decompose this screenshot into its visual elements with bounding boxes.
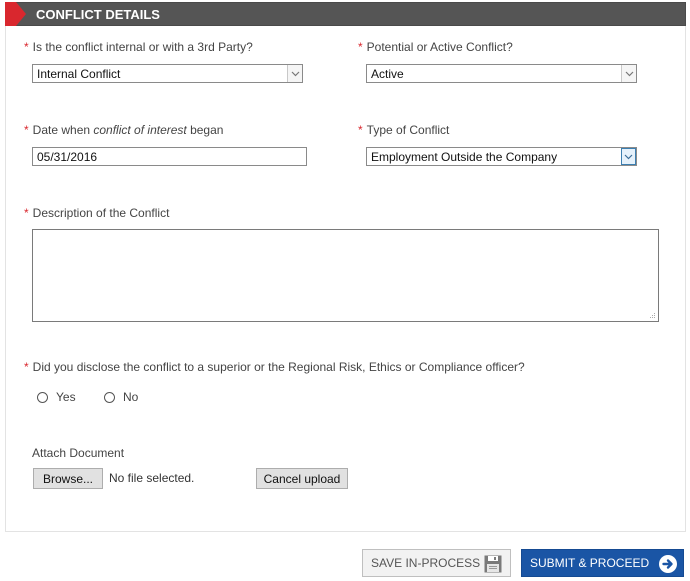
disclosed-radio-yes[interactable]: Yes [37,390,76,404]
date-label-post: began [186,123,224,137]
section-title: CONFLICT DETAILS [36,7,160,22]
required-marker: * [358,123,363,137]
conflict-type-label: * Type of Conflict [358,123,449,137]
description-label: * Description of the Conflict [24,206,169,220]
file-status: No file selected. [109,471,195,485]
radio-circle[interactable] [37,391,48,403]
date-began-input[interactable]: 05/31/2016 [32,147,307,166]
conflict-type-label-text: Type of Conflict [366,123,450,137]
browse-button[interactable]: Browse... [33,468,103,489]
conflict-status-label-text: Potential or Active Conflict? [366,40,513,54]
conflict-party-label-text: Is the conflict internal or with a 3rd P… [32,40,253,54]
required-marker: * [358,40,363,54]
required-marker: * [24,40,29,54]
date-label-emphasis: conflict of interest [93,123,187,137]
conflict-status-label: * Potential or Active Conflict? [358,40,513,54]
radio-yes-label: Yes [56,390,76,404]
chevron-right-icon [5,2,26,26]
resize-grip-icon[interactable] [650,313,656,319]
save-in-process-button[interactable]: SAVE IN-PROCESS [362,549,511,577]
conflict-party-select[interactable]: Internal Conflict [32,64,303,83]
description-label-text: Description of the Conflict [32,206,170,220]
date-began-label: * Date when conflict of interest began [24,123,223,137]
conflict-status-select[interactable]: Active [366,64,637,83]
conflict-type-select[interactable]: Employment Outside the Company [366,147,637,166]
required-marker: * [24,123,29,137]
conflict-party-value: Internal Conflict [37,67,121,81]
required-marker: * [24,206,29,220]
date-began-value: 05/31/2016 [37,150,98,164]
disclosed-radio-no[interactable]: No [104,390,138,404]
arrow-right-circle-icon [659,555,677,573]
submit-button-label: SUBMIT & PROCEED [530,556,650,570]
disclosed-label: * Did you disclose the conflict to a supe… [24,360,525,374]
chevron-down-icon[interactable] [621,65,636,82]
cancel-upload-label: Cancel upload [263,471,341,486]
date-label-pre: Date when [32,123,94,137]
section-header: CONFLICT DETAILS [5,2,686,26]
browse-button-label: Browse... [42,471,93,486]
attach-document-label: Attach Document [32,446,124,460]
required-marker: * [24,360,29,374]
floppy-disk-icon [484,555,502,573]
attach-label-text: Attach Document [32,446,125,460]
disclosed-label-text: Did you disclose the conflict to a super… [32,360,525,374]
chevron-down-icon[interactable] [621,148,636,165]
conflict-party-label: * Is the conflict internal or with a 3rd … [24,40,253,54]
conflict-status-value: Active [371,67,404,81]
cancel-upload-button[interactable]: Cancel upload [256,468,348,489]
radio-no-label: No [123,390,139,404]
save-button-label: SAVE IN-PROCESS [371,556,481,570]
radio-circle[interactable] [104,391,115,403]
conflict-type-value: Employment Outside the Company [371,150,558,164]
chevron-down-icon[interactable] [287,65,302,82]
submit-proceed-button[interactable]: SUBMIT & PROCEED [521,549,684,577]
description-textarea[interactable] [32,229,659,322]
